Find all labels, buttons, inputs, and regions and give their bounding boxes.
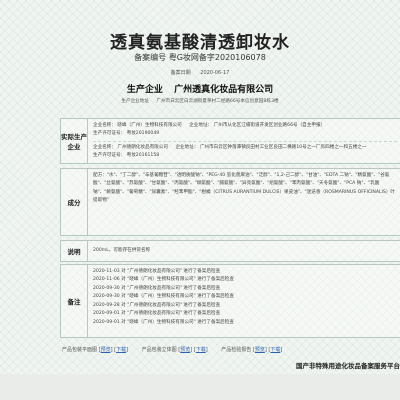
- company-label: 生产企业: [126, 85, 163, 95]
- notes-text: 200mL，可能存在供货名称: [93, 248, 151, 253]
- section-body: 企业名称： 晓峰（广州）生物科技有限公司 企业地址： 广州市从化区江埔街道开发区…: [93, 122, 397, 161]
- company-address: 生产企业地址 广州市白云区白云湖街夏茅村二经路66号本信创意园B栋3楼: [0, 98, 400, 104]
- notes-section: 说明 200mL，可能存在供货名称: [60, 240, 400, 262]
- producer-address: 企业地址： 广州市白云区钟落潭镇良田村工业区良田二横路10号之一厂房四楼之一和五…: [175, 144, 367, 150]
- attachment-label: 产品检验报告: [221, 347, 252, 353]
- remarks-section: 备注 2020-11-03 对 "广州德朗化妆品有限公司" 进行了备案后检查 2…: [60, 264, 400, 338]
- company-header: 生产企业 广州透真化妆品有限公司: [0, 82, 400, 95]
- remark-item: 2020-09-01 对 "晓峰（广州）生物科技有限公司" 进行了备案后检查: [93, 319, 234, 325]
- remark-item: 2020-11-06 对 "晓峰（广州）生物科技有限公司" 进行了备案后检查: [93, 277, 234, 283]
- producer-name: 企业名称： 晓峰（广州）生物科技有限公司: [93, 123, 182, 128]
- section-label: 实际生产企业: [61, 119, 88, 163]
- page-background: [0, 374, 400, 400]
- attachment-test-report: 产品检验报告 [预览] [下载]: [221, 347, 283, 353]
- remark-item: 2020-09-01 对 "广州德朗化妆品有限公司" 进行了备案后检查: [93, 311, 221, 317]
- filing-date-value: 2020-06-17: [200, 70, 230, 76]
- platform-banner: 国产非特殊用途化妆品备案服务平台: [296, 362, 400, 370]
- remarks-list: 2020-11-03 对 "广州德朗化妆品有限公司" 进行了备案后检查 2020…: [93, 268, 397, 327]
- actual-producer-section: 实际生产企业 企业名称： 晓峰（广州）生物科技有限公司 企业地址： 广州市从化区…: [60, 118, 400, 164]
- ingredients-text: 配方："水"、"丁二醇"、"辛基葡糖苷"、"透明质酸钠"、"PEG-40 氢化蓖…: [93, 173, 396, 204]
- producer-address: 企业地址： 广州市从化区江埔街道开发区创业路66号（自主申报）: [189, 123, 326, 128]
- registration-number: 备案编号 粤G妆网备字2020106078: [134, 53, 266, 62]
- download-link[interactable]: 下载: [116, 347, 126, 353]
- producer-name: 企业名称： 广州德朗化妆品有限公司: [93, 144, 168, 150]
- attachment-packaging-3d: 产品包装立体图 [预览] [下载]: [141, 347, 208, 353]
- product-title: 透真氨基酸清透卸妆水: [110, 33, 290, 53]
- attachment-label: 产品包装立体图: [141, 347, 177, 353]
- remark-item: 2020-09-30 对 "晓峰（广州）生物科技有限公司" 进行了备案后检查: [93, 294, 234, 300]
- download-link[interactable]: 下载: [270, 347, 280, 353]
- download-link[interactable]: 下载: [196, 347, 206, 353]
- attachments-bar: 产品包装平面图 [预览] [下载] 产品包装立体图 [预览] [下载] 产品检验…: [62, 346, 400, 353]
- preview-link[interactable]: 预览: [101, 347, 111, 353]
- filing-date-label: 备案日期: [170, 70, 191, 76]
- attachment-packaging-flat: 产品包装平面图 [预览] [下载]: [62, 347, 129, 353]
- section-label: 成分: [61, 169, 88, 235]
- remark-item: 2020-09-28 对 "广州德朗化妆品有限公司" 进行了备案后检查: [93, 302, 221, 308]
- ingredients-section: 成分 配方："水"、"丁二醇"、"辛基葡糖苷"、"透明质酸钠"、"PEG-40 …: [60, 168, 400, 236]
- attachment-label: 产品包装平面图: [62, 347, 98, 353]
- company-address-label: 生产企业地址: [121, 99, 149, 104]
- section-label: 说明: [61, 241, 88, 261]
- remark-item: 2020-11-03 对 "广州德朗化妆品有限公司" 进行了备案后检查: [93, 269, 221, 274]
- preview-link[interactable]: 预览: [255, 347, 265, 353]
- preview-link[interactable]: 预览: [180, 347, 190, 353]
- company-address-value: 广州市白云区白云湖街夏茅村二经路66号本信创意园B栋3楼: [156, 99, 279, 104]
- divider: [93, 140, 397, 142]
- producer-license: 生产许可证号： 粤妆20161158: [93, 153, 160, 159]
- certificate-panel: 透真氨基酸清透卸妆水 备案编号 粤G妆网备字2020106078 备案日期 20…: [0, 0, 400, 400]
- remark-item: 2020-09-30 对 "广州德朗化妆品有限公司" 进行了备案后检查: [93, 285, 221, 291]
- filing-date: 备案日期 2020-06-17: [0, 69, 400, 76]
- section-label: 备注: [61, 265, 88, 337]
- producer-row: 企业名称： 晓峰（广州）生物科技有限公司 企业地址： 广州市从化区江埔街道开发区…: [93, 122, 397, 130]
- company-name: 广州透真化妆品有限公司: [174, 85, 274, 95]
- producer-license: 生产许可证号： 粤妆20190049: [93, 131, 160, 137]
- producer-row: 企业名称： 广州德朗化妆品有限公司 企业地址： 广州市白云区钟落潭镇良田村工业区…: [93, 144, 397, 152]
